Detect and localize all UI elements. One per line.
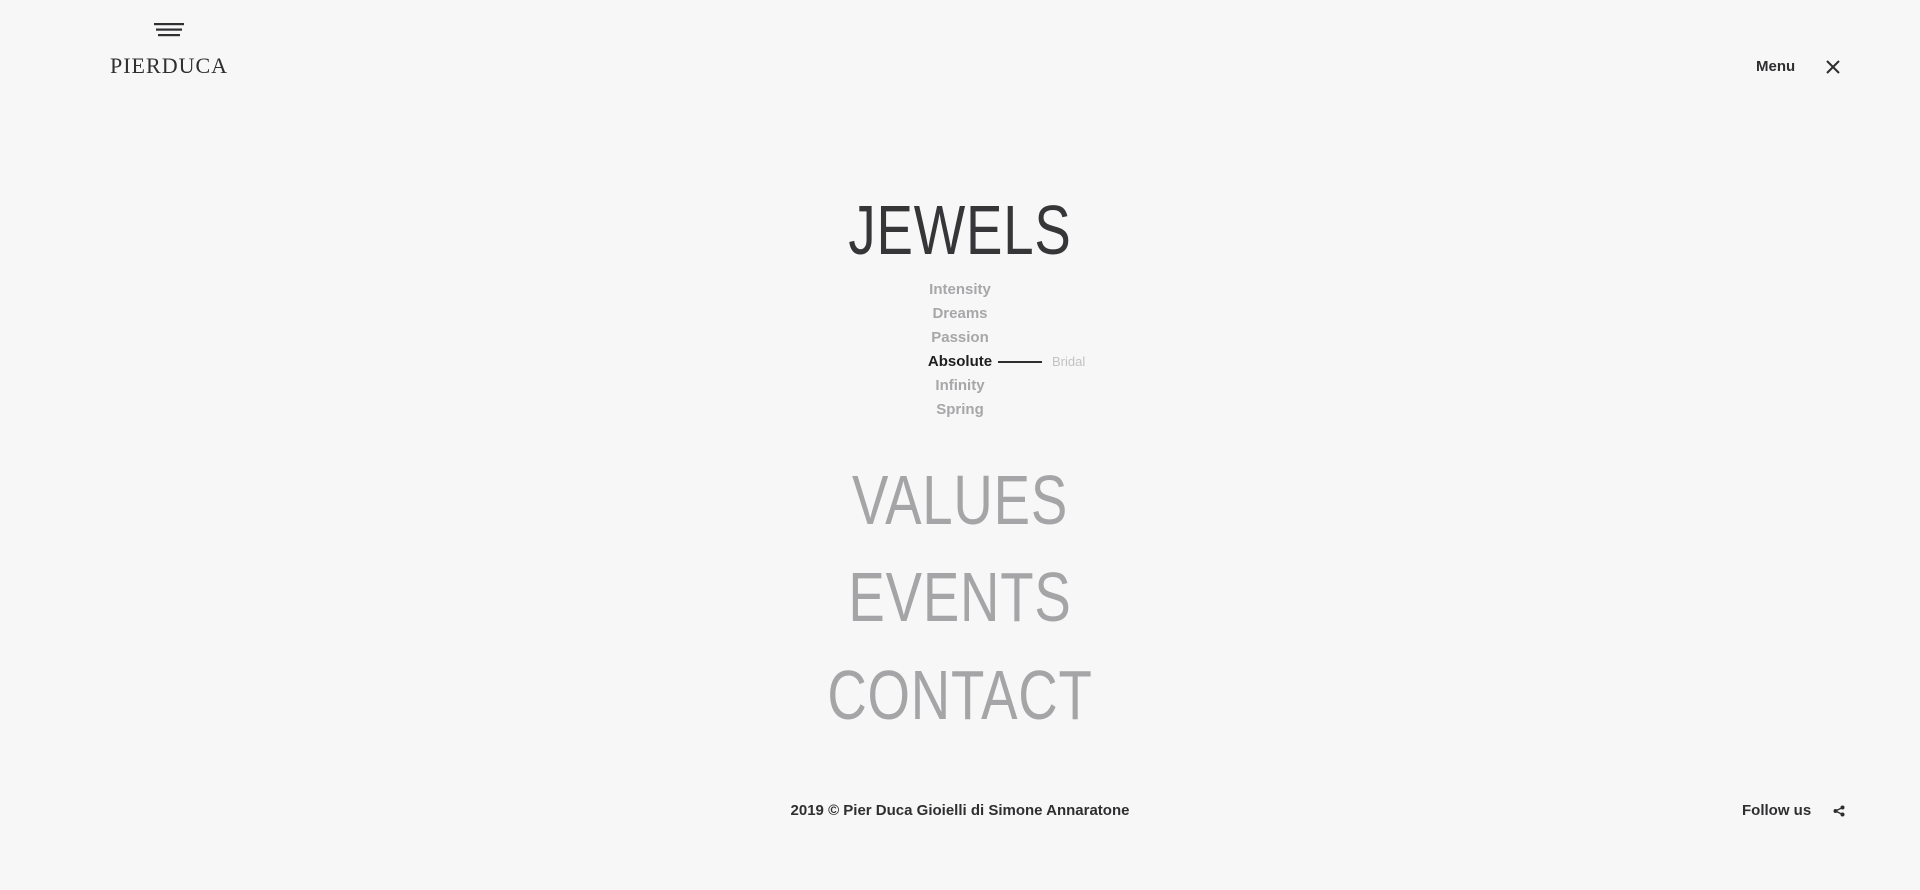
submenu-link[interactable]: Absolute xyxy=(928,353,992,370)
jewels-submenu: Intensity Dreams Passion Absolute Bridal… xyxy=(0,278,1920,422)
submenu-item-absolute[interactable]: Absolute Bridal xyxy=(0,350,1920,374)
stacked-lines-icon xyxy=(154,23,184,37)
nav-jewels[interactable]: JEWELS xyxy=(211,190,1709,270)
logo[interactable]: PIERDUCA xyxy=(110,22,230,84)
logo-prefix: PIER xyxy=(110,53,162,78)
nav-contact[interactable]: CONTACT xyxy=(211,655,1709,735)
submenu-link[interactable]: Infinity xyxy=(935,377,984,394)
submenu-link[interactable]: Passion xyxy=(931,329,989,346)
menu-close-toggle[interactable]: Menu xyxy=(1756,58,1841,75)
submenu-item-intensity[interactable]: Intensity xyxy=(0,278,1920,302)
nav-events[interactable]: EVENTS xyxy=(211,557,1709,637)
menu-overlay: PIERDUCA Menu JEWELS Intensity Dreams Pa… xyxy=(0,0,1920,890)
submenu-link[interactable]: Dreams xyxy=(932,305,987,322)
logo-suffix: DUCA xyxy=(161,53,229,78)
logo-wordmark: PIERDUCA xyxy=(110,46,228,84)
submenu-item-spring[interactable]: Spring xyxy=(0,398,1920,422)
nav-values[interactable]: VALUES xyxy=(211,460,1709,540)
copyright-text: 2019 © Pier Duca Gioielli di Simone Anna… xyxy=(790,802,1130,819)
menu-label: Menu xyxy=(1756,58,1796,75)
close-icon[interactable] xyxy=(1825,59,1841,75)
submenu-item-dreams[interactable]: Dreams xyxy=(0,302,1920,326)
follow-label: Follow us xyxy=(1742,802,1812,819)
share-icon[interactable] xyxy=(1833,805,1845,817)
submenu-link[interactable]: Intensity xyxy=(929,281,991,298)
submenu-item-passion[interactable]: Passion xyxy=(0,326,1920,350)
submenu-item-infinity[interactable]: Infinity xyxy=(0,374,1920,398)
connector-line xyxy=(998,361,1042,363)
submenu-link[interactable]: Spring xyxy=(936,401,984,418)
submenu-child-group: Bridal xyxy=(998,350,1085,374)
follow-us-button[interactable]: Follow us xyxy=(1742,802,1845,819)
submenu-child-bridal[interactable]: Bridal xyxy=(1052,350,1085,374)
